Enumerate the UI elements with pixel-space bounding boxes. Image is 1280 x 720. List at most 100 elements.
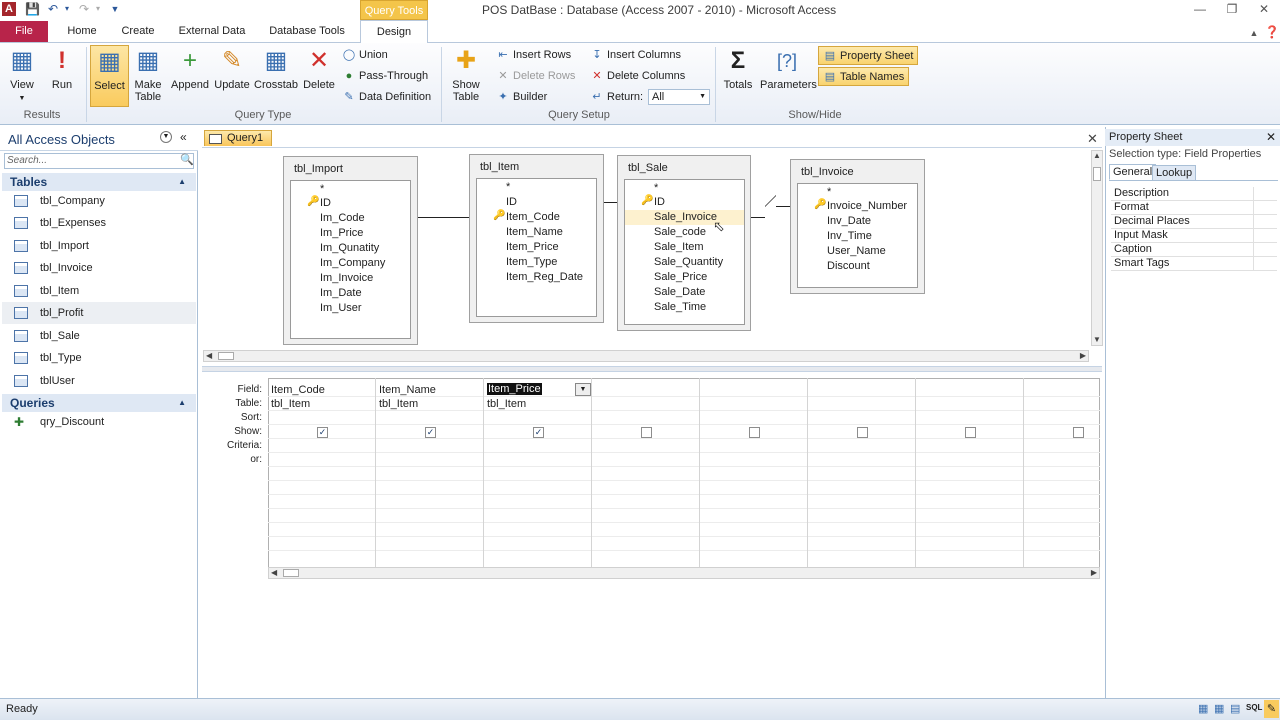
nav-item-tbl-type[interactable]: tbl_Type: [2, 347, 196, 369]
datasheet-view-icon[interactable]: ▦: [1198, 702, 1208, 715]
field-item[interactable]: Im_Qunatity: [320, 242, 379, 254]
tab-design[interactable]: Design: [360, 20, 428, 44]
field-list-tbl-invoice[interactable]: tbl_Invoice * 🔑 Invoice_Number Inv_Date …: [790, 159, 925, 294]
grid-horizontal-scrollbar[interactable]: ◀ ▶: [268, 567, 1100, 579]
scroll-thumb[interactable]: [218, 352, 234, 360]
delete-query-button[interactable]: ✕ Delete: [302, 47, 336, 91]
nav-item-tbl-item[interactable]: tbl_Item: [2, 280, 196, 302]
field-item[interactable]: Item_Reg_Date: [506, 271, 583, 283]
field-item[interactable]: Im_Date: [320, 287, 362, 299]
close-icon[interactable]: ✕: [1252, 2, 1276, 16]
sql-view-icon[interactable]: SQL: [1246, 703, 1262, 712]
field-item[interactable]: Inv_Date: [827, 215, 871, 227]
field-item[interactable]: *: [654, 182, 658, 194]
append-button[interactable]: + Append: [170, 47, 210, 91]
show-checkbox[interactable]: [965, 427, 976, 438]
field-item[interactable]: Discount: [827, 260, 870, 272]
tab-create[interactable]: Create: [118, 20, 158, 43]
scroll-up-icon[interactable]: ▲: [1092, 151, 1102, 161]
relationship-line[interactable]: [776, 206, 790, 207]
close-property-sheet-icon[interactable]: ✕: [1266, 129, 1276, 146]
tab-general[interactable]: General: [1109, 164, 1157, 180]
field-item[interactable]: ID: [654, 196, 665, 208]
search-icon[interactable]: 🔍: [180, 153, 194, 166]
nav-item-tbl-sale[interactable]: tbl_Sale: [2, 325, 196, 347]
access-app-icon[interactable]: A: [2, 2, 16, 16]
field-item[interactable]: Item_Code: [506, 211, 560, 223]
field-item[interactable]: Im_Code: [320, 212, 365, 224]
grid-table-cell[interactable]: tbl_Item: [271, 398, 310, 410]
redo-icon[interactable]: ↷: [77, 2, 91, 16]
undo-dropdown-icon[interactable]: ▾: [60, 2, 74, 16]
field-item[interactable]: ID: [506, 196, 517, 208]
pivottable-view-icon[interactable]: ▦: [1214, 702, 1224, 715]
scroll-left-icon[interactable]: ◀: [206, 351, 212, 361]
crosstab-button[interactable]: ▦ Crosstab: [254, 47, 298, 91]
run-button[interactable]: ! Run: [46, 47, 78, 91]
field-dropdown-icon[interactable]: ▼: [575, 383, 591, 396]
grid-column[interactable]: Item_Name tbl_Item ✓: [376, 378, 484, 568]
save-icon[interactable]: 💾: [25, 2, 40, 16]
delete-rows-button[interactable]: ✕ Delete Rows: [496, 67, 575, 85]
make-table-button[interactable]: ▦ Make Table: [132, 47, 164, 103]
diagram-horizontal-scrollbar[interactable]: ◀ ▶: [203, 350, 1089, 362]
scroll-thumb[interactable]: [283, 569, 299, 577]
nav-item-tbl-invoice[interactable]: tbl_Invoice: [2, 257, 196, 279]
field-item[interactable]: *: [320, 183, 324, 195]
field-item[interactable]: Item_Price: [506, 241, 559, 253]
tab-database-tools[interactable]: Database Tools: [266, 20, 348, 43]
design-view-icon[interactable]: ✎: [1264, 700, 1279, 718]
scroll-thumb[interactable]: [1093, 167, 1101, 181]
grid-column[interactable]: [916, 378, 1024, 568]
field-item[interactable]: Item_Type: [506, 256, 557, 268]
field-item[interactable]: Sale_Invoice: [654, 211, 717, 223]
field-item[interactable]: Invoice_Number: [827, 200, 907, 212]
relationship-line[interactable]: [604, 202, 617, 203]
pivotchart-view-icon[interactable]: ▤: [1230, 702, 1240, 715]
nav-section-queries[interactable]: Queries ▲: [2, 394, 196, 412]
builder-button[interactable]: ✦ Builder: [496, 88, 547, 106]
close-document-icon[interactable]: ✕: [1087, 131, 1098, 147]
pane-splitter[interactable]: [202, 366, 1102, 372]
grid-field-cell[interactable]: Item_Name: [379, 384, 436, 396]
help-icon[interactable]: ❓: [1260, 25, 1280, 39]
nav-item-tbl-company[interactable]: tbl_Company: [2, 190, 196, 212]
view-button[interactable]: ▦ View ▼: [4, 47, 40, 105]
field-item[interactable]: ID: [320, 197, 331, 209]
field-item[interactable]: Sale_Price: [654, 271, 707, 283]
customize-qat-icon[interactable]: ▼: [108, 2, 122, 16]
field-item[interactable]: Sale_Item: [654, 241, 704, 253]
field-item[interactable]: Sale_Date: [654, 286, 705, 298]
relationship-line[interactable]: [418, 217, 469, 218]
grid-column[interactable]: Item_Price ▼ tbl_Item ✓: [484, 378, 592, 568]
field-list-tbl-sale[interactable]: tbl_Sale * 🔑 ID Sale_Invoice Sale_code S…: [617, 155, 751, 331]
tab-external-data[interactable]: External Data: [176, 20, 248, 43]
parameters-button[interactable]: [?] Parameters: [760, 47, 817, 91]
tab-file[interactable]: File: [0, 21, 48, 42]
field-item[interactable]: Im_Company: [320, 257, 385, 269]
nav-item-tbl-expenses[interactable]: tbl_Expenses: [2, 212, 196, 234]
nav-pane-header[interactable]: All Access Objects ▼ «: [0, 127, 198, 151]
tab-lookup[interactable]: Lookup: [1152, 165, 1197, 181]
insert-rows-button[interactable]: ⇤ Insert Rows: [496, 46, 571, 64]
grid-column[interactable]: [592, 378, 700, 568]
return-select[interactable]: All ▼: [648, 89, 710, 105]
field-item[interactable]: Sale_Quantity: [654, 256, 723, 268]
nav-item-qry-discount[interactable]: ✚ qry_Discount: [2, 411, 196, 433]
totals-button[interactable]: Σ Totals: [720, 47, 756, 91]
grid-column[interactable]: [700, 378, 808, 568]
grid-column[interactable]: [808, 378, 916, 568]
minimize-icon[interactable]: —: [1188, 2, 1212, 16]
tab-query1[interactable]: Query1: [204, 130, 272, 146]
field-list-tbl-item[interactable]: tbl_Item * ID 🔑 Item_Code Item_Name Item…: [469, 154, 604, 323]
grid-table-cell[interactable]: tbl_Item: [379, 398, 418, 410]
nav-search-input[interactable]: Search...: [4, 153, 194, 169]
show-checkbox[interactable]: ✓: [425, 427, 436, 438]
select-query-button[interactable]: ▦ Select: [90, 45, 129, 107]
nav-item-tbl-profit[interactable]: tbl_Profit: [2, 302, 196, 324]
show-checkbox[interactable]: [749, 427, 760, 438]
show-table-button[interactable]: ✚ Show Table: [448, 47, 484, 103]
tab-home[interactable]: Home: [64, 20, 100, 43]
table-names-button[interactable]: ▤ Table Names: [818, 67, 910, 86]
field-item[interactable]: Item_Name: [506, 226, 563, 238]
